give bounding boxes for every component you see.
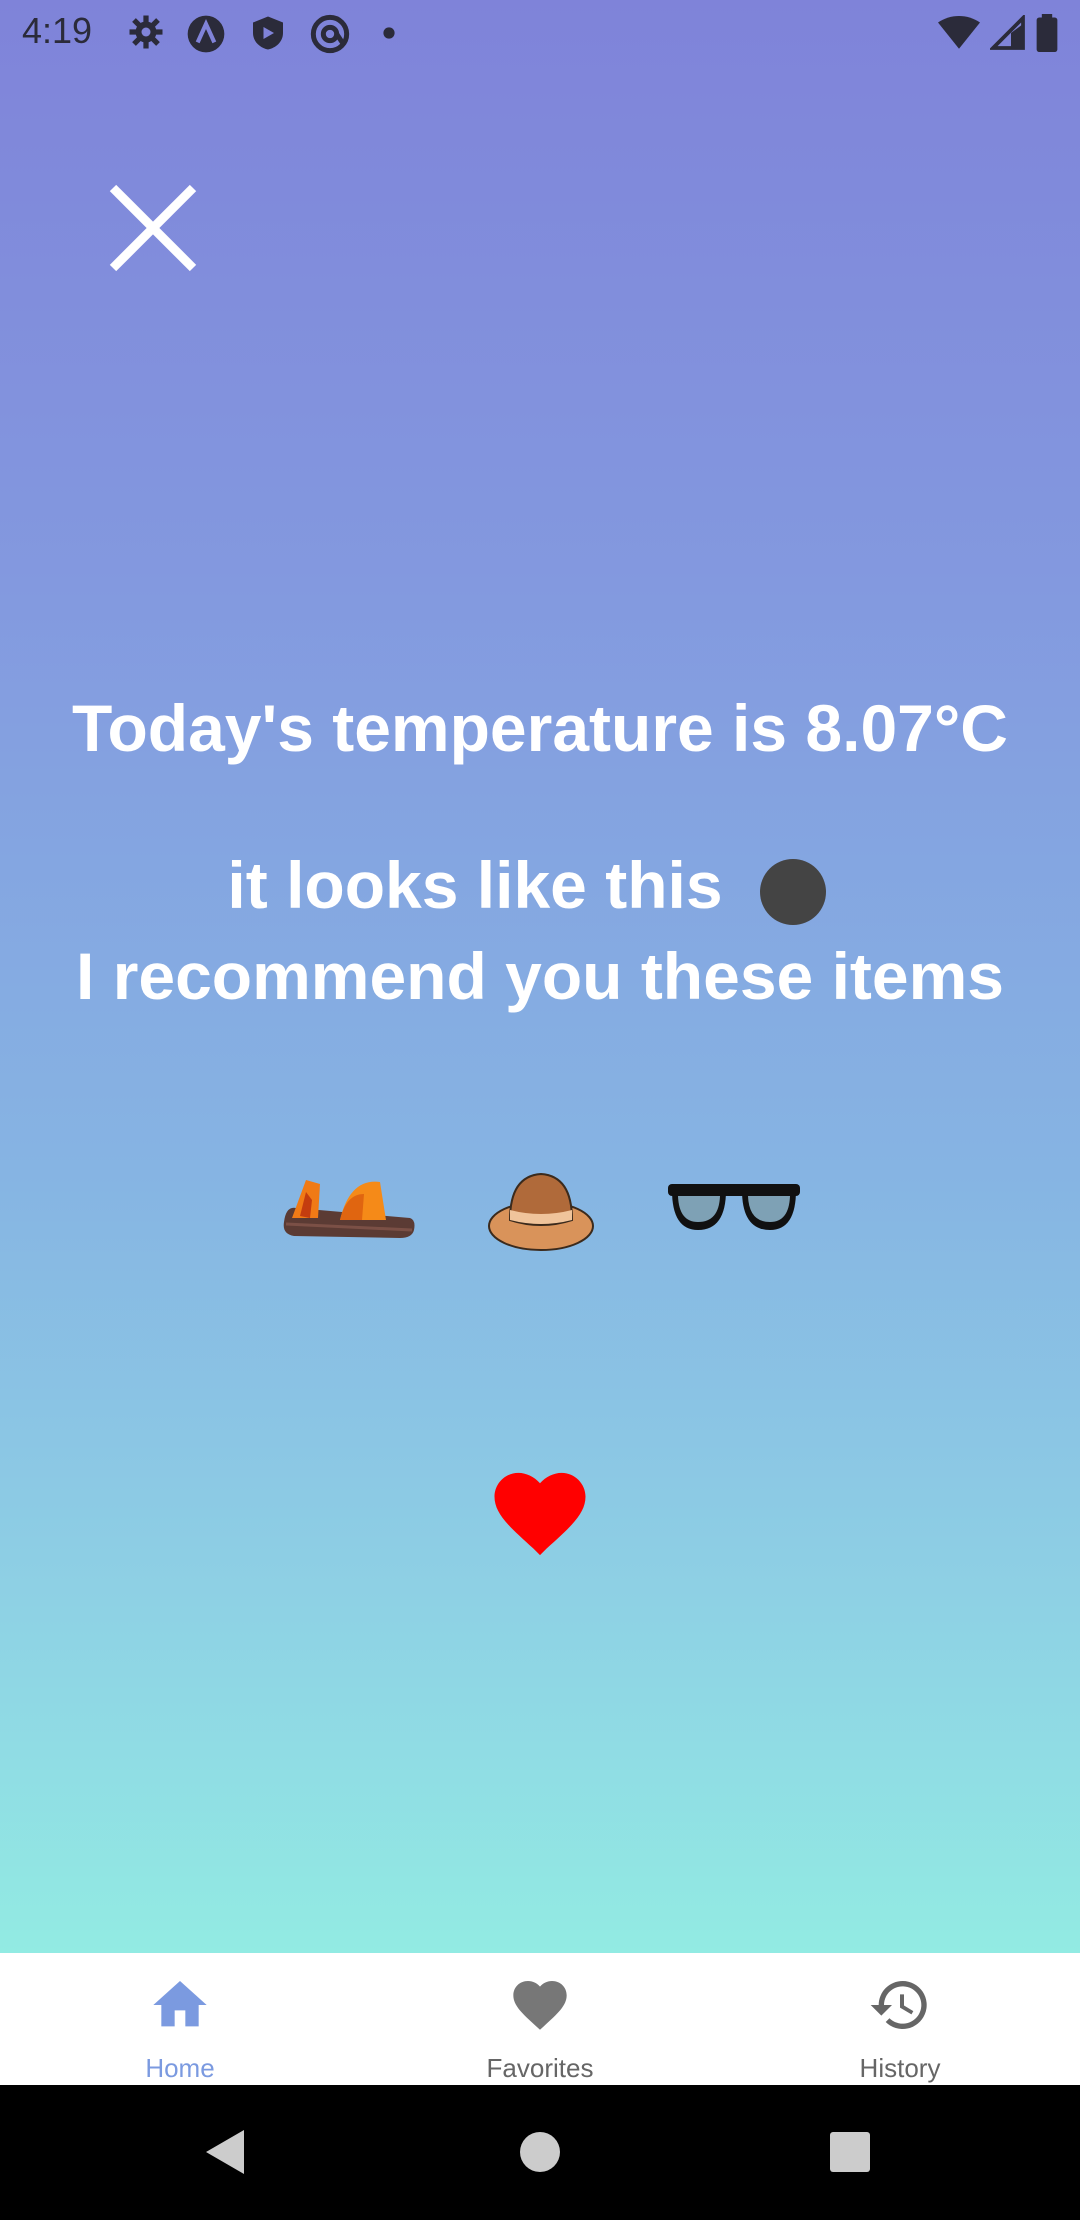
- nav-favorites[interactable]: Favorites: [360, 1953, 720, 2085]
- temperature-text: Today's temperature is 8.07°C: [72, 691, 1008, 765]
- nav-favorites-label: Favorites: [486, 2053, 594, 2083]
- home-icon: [153, 1981, 207, 2027]
- heart-icon: [513, 1981, 567, 2030]
- nav-home-label: Home: [145, 2053, 215, 2083]
- bottom-navigation: Home Favorites History: [0, 1953, 1080, 2085]
- status-right-icons: [938, 14, 1058, 52]
- at-circle-icon: [310, 14, 350, 54]
- hat-icon[interactable]: [486, 1160, 596, 1260]
- app-screen: 4:19 Today's temperature is 8.07°C it lo…: [0, 0, 1080, 1953]
- shield-play-icon: [253, 16, 283, 50]
- dark-circle-icon: [760, 859, 826, 925]
- nav-history-label: History: [859, 2053, 941, 2083]
- wifi-icon: [938, 15, 980, 49]
- looks-like-row: it looks like this: [0, 847, 1080, 923]
- looks-like-text: it looks like this: [227, 848, 723, 922]
- system-nav-bar: [0, 2085, 1080, 2220]
- nav-history[interactable]: History: [720, 1953, 1080, 2085]
- dot-icon: [383, 27, 395, 39]
- sandal-icon[interactable]: [280, 1160, 416, 1260]
- home-circle-icon[interactable]: [480, 2085, 600, 2220]
- status-time: 4:19: [22, 10, 93, 51]
- close-icon[interactable]: [105, 180, 201, 276]
- battery-icon: [1036, 14, 1058, 52]
- recommended-items: [0, 1160, 1080, 1260]
- recents-icon[interactable]: [790, 2085, 910, 2220]
- history-icon: [870, 1981, 927, 2029]
- heart-icon[interactable]: [488, 1462, 592, 1566]
- nav-home[interactable]: Home: [0, 1953, 360, 2085]
- sunglasses-icon[interactable]: [664, 1160, 804, 1260]
- signal-icon: [990, 15, 1025, 50]
- status-bar: 4:19: [0, 0, 1080, 66]
- a-circle-icon: [187, 15, 225, 53]
- back-icon[interactable]: [166, 2085, 286, 2220]
- recommend-text: I recommend you these items: [76, 939, 1004, 1013]
- gear-icon: [129, 15, 163, 49]
